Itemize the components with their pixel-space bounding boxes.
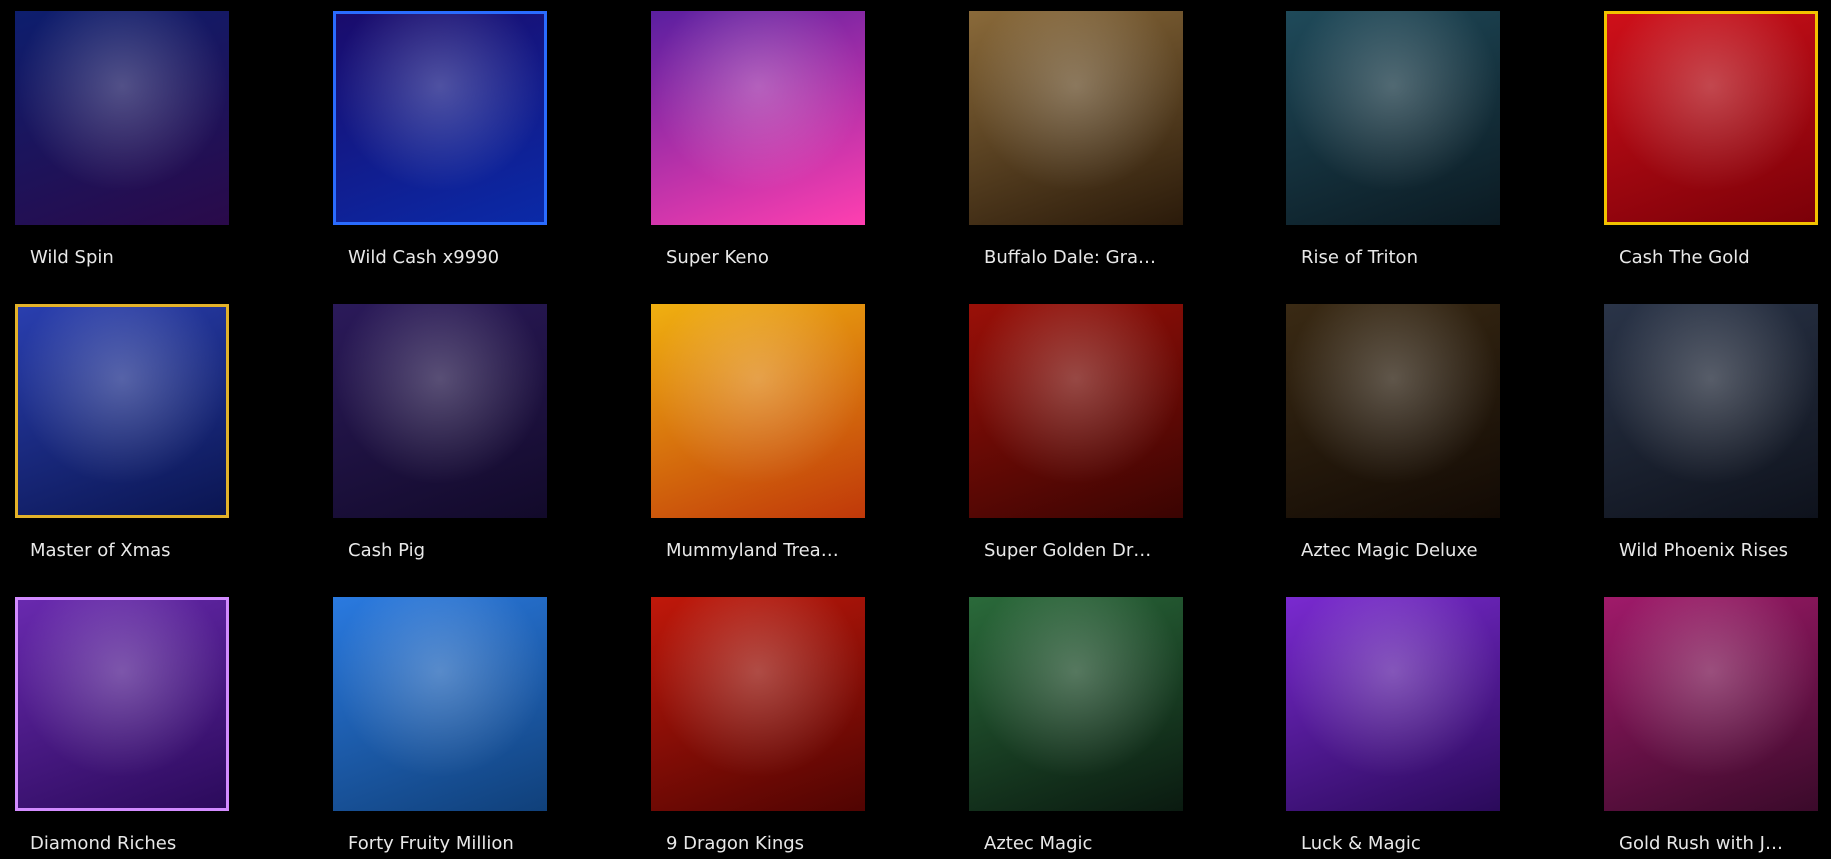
game-card[interactable]: Buffalo Dale: Gra… (969, 11, 1199, 268)
game-title[interactable]: Cash The Gold (1604, 247, 1831, 268)
game-title[interactable]: Wild Phoenix Rises (1604, 540, 1831, 561)
thumbnail-glow (969, 11, 1183, 225)
game-thumbnail[interactable] (15, 597, 229, 811)
thumbnail-glow (15, 11, 229, 225)
game-thumbnail[interactable] (1604, 304, 1818, 518)
game-title[interactable]: Buffalo Dale: Gra… (969, 247, 1199, 268)
thumbnail-glow (1286, 304, 1500, 518)
thumbnail-glow (15, 304, 229, 518)
game-card[interactable]: Super Keno (651, 11, 881, 268)
thumbnail-glow (1604, 11, 1818, 225)
game-title[interactable]: Super Keno (651, 247, 881, 268)
game-thumbnail[interactable] (1286, 597, 1500, 811)
thumbnail-glow (1286, 11, 1500, 225)
game-card[interactable]: Forty Fruity Million (333, 597, 563, 854)
game-thumbnail[interactable] (1604, 597, 1818, 811)
game-thumbnail[interactable] (651, 304, 865, 518)
game-thumbnail[interactable] (969, 11, 1183, 225)
game-card[interactable]: Rise of Triton (1286, 11, 1516, 268)
thumbnail-glow (969, 304, 1183, 518)
thumbnail-frame (333, 11, 547, 225)
game-thumbnail[interactable] (1286, 304, 1500, 518)
thumbnail-glow (1604, 597, 1818, 811)
thumbnail-glow (969, 597, 1183, 811)
game-thumbnail[interactable] (15, 304, 229, 518)
thumbnail-glow (651, 304, 865, 518)
game-card[interactable]: Mummyland Trea… (651, 304, 881, 561)
game-card[interactable]: Aztec Magic (969, 597, 1199, 854)
game-title[interactable]: Diamond Riches (15, 833, 245, 854)
thumbnail-glow (333, 304, 547, 518)
game-title[interactable]: Super Golden Dr… (969, 540, 1199, 561)
game-title[interactable]: Aztec Magic (969, 833, 1199, 854)
game-card[interactable]: Cash The Gold (1604, 11, 1831, 268)
thumbnail-glow (1604, 304, 1818, 518)
game-card[interactable]: Wild Spin (15, 11, 245, 268)
game-thumbnail[interactable] (333, 11, 547, 225)
game-thumbnail[interactable] (1286, 11, 1500, 225)
game-title[interactable]: Gold Rush with J… (1604, 833, 1831, 854)
game-title[interactable]: Wild Cash x9990 (333, 247, 563, 268)
game-card[interactable]: Super Golden Dr… (969, 304, 1199, 561)
game-title[interactable]: Luck & Magic (1286, 833, 1516, 854)
thumbnail-glow (15, 597, 229, 811)
game-card[interactable]: Master of Xmas (15, 304, 245, 561)
game-title[interactable]: Rise of Triton (1286, 247, 1516, 268)
thumbnail-glow (333, 11, 547, 225)
thumbnail-glow (651, 597, 865, 811)
game-title[interactable]: 9 Dragon Kings (651, 833, 881, 854)
game-card[interactable]: Wild Cash x9990 (333, 11, 563, 268)
game-thumbnail[interactable] (651, 11, 865, 225)
game-thumbnail[interactable] (333, 597, 547, 811)
thumbnail-glow (333, 597, 547, 811)
game-thumbnail[interactable] (969, 304, 1183, 518)
game-title[interactable]: Cash Pig (333, 540, 563, 561)
game-thumbnail[interactable] (969, 597, 1183, 811)
game-card[interactable]: Cash Pig (333, 304, 563, 561)
thumbnail-glow (651, 11, 865, 225)
game-title[interactable]: Aztec Magic Deluxe (1286, 540, 1516, 561)
game-title[interactable]: Master of Xmas (15, 540, 245, 561)
game-title[interactable]: Mummyland Trea… (651, 540, 881, 561)
game-card[interactable]: Aztec Magic Deluxe (1286, 304, 1516, 561)
game-card[interactable]: 9 Dragon Kings (651, 597, 881, 854)
thumbnail-frame (15, 304, 229, 518)
game-thumbnail[interactable] (15, 11, 229, 225)
game-title[interactable]: Forty Fruity Million (333, 833, 563, 854)
game-card[interactable]: Gold Rush with J… (1604, 597, 1831, 854)
games-grid: Wild Spin Wild Cash x9990 Super Keno Buffal… (0, 0, 1831, 859)
thumbnail-frame (1604, 11, 1818, 225)
game-card[interactable]: Diamond Riches (15, 597, 245, 854)
game-card[interactable]: Luck & Magic (1286, 597, 1516, 854)
thumbnail-glow (1286, 597, 1500, 811)
thumbnail-frame (15, 597, 229, 811)
game-thumbnail[interactable] (333, 304, 547, 518)
game-card[interactable]: Wild Phoenix Rises (1604, 304, 1831, 561)
game-thumbnail[interactable] (1604, 11, 1818, 225)
game-title[interactable]: Wild Spin (15, 247, 245, 268)
game-thumbnail[interactable] (651, 597, 865, 811)
